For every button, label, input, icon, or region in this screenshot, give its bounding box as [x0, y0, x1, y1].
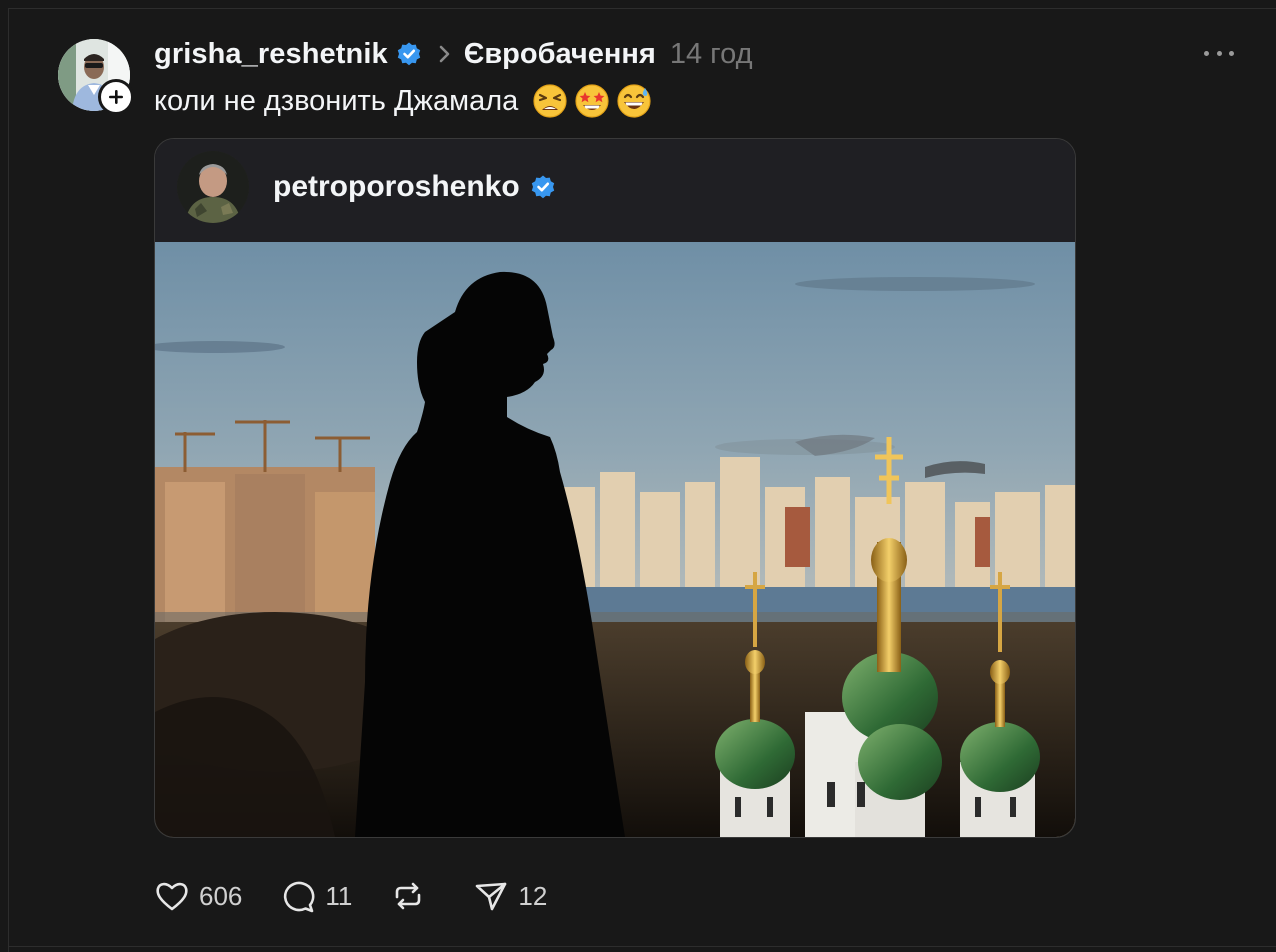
embedded-post-header: petroporoshenko	[155, 139, 1075, 242]
comment-count: 11	[325, 880, 353, 911]
post-text: коли не дзвонить Джамала	[154, 84, 519, 117]
post-timestamp[interactable]: 14 год	[670, 38, 753, 71]
verified-badge-icon	[531, 175, 554, 199]
embedded-post-photo[interactable]	[155, 242, 1075, 837]
send-icon	[476, 882, 507, 911]
star-struck-emoji	[575, 84, 609, 118]
follow-button[interactable]	[98, 79, 134, 115]
app-frame: grisha_reshetnik Євробачення 14 год коли…	[0, 0, 1276, 952]
chevron-right-icon	[439, 45, 450, 63]
community-link[interactable]: Євробачення	[464, 38, 656, 71]
share-count: 12	[518, 880, 548, 911]
divider-top	[8, 8, 1276, 9]
grinning-sweat-emoji	[617, 84, 651, 118]
verified-badge-icon	[397, 42, 420, 66]
embedded-post-card[interactable]: petroporoshenko	[154, 138, 1076, 838]
embedded-author[interactable]: petroporoshenko	[273, 167, 556, 207]
comment-button[interactable]: 11	[280, 878, 352, 914]
more-dot-icon	[1216, 50, 1222, 56]
divider-left	[8, 8, 9, 952]
embedded-username[interactable]: petroporoshenko	[273, 170, 520, 204]
like-button[interactable]: 606	[154, 878, 242, 914]
tired-face-emoji	[533, 84, 567, 118]
like-count: 606	[199, 880, 243, 911]
plus-icon	[109, 90, 123, 104]
post-header: grisha_reshetnik Євробачення 14 год	[154, 34, 753, 74]
post-actions: 606 11 12	[154, 876, 585, 916]
repost-icon	[396, 882, 421, 910]
share-button[interactable]: 12	[473, 878, 547, 914]
more-dot-icon	[1229, 50, 1234, 56]
post-body: коли не дзвонить Джамала	[154, 80, 652, 122]
heart-icon	[156, 882, 188, 911]
more-dot-icon	[1204, 50, 1209, 56]
more-options-button[interactable]	[1204, 44, 1234, 62]
author-username[interactable]: grisha_reshetnik	[154, 38, 388, 71]
comment-icon	[284, 881, 315, 913]
embedded-avatar-image	[177, 151, 249, 223]
divider-bottom	[8, 946, 1276, 947]
embedded-author-avatar[interactable]	[177, 151, 249, 223]
repost-button[interactable]	[390, 878, 435, 914]
